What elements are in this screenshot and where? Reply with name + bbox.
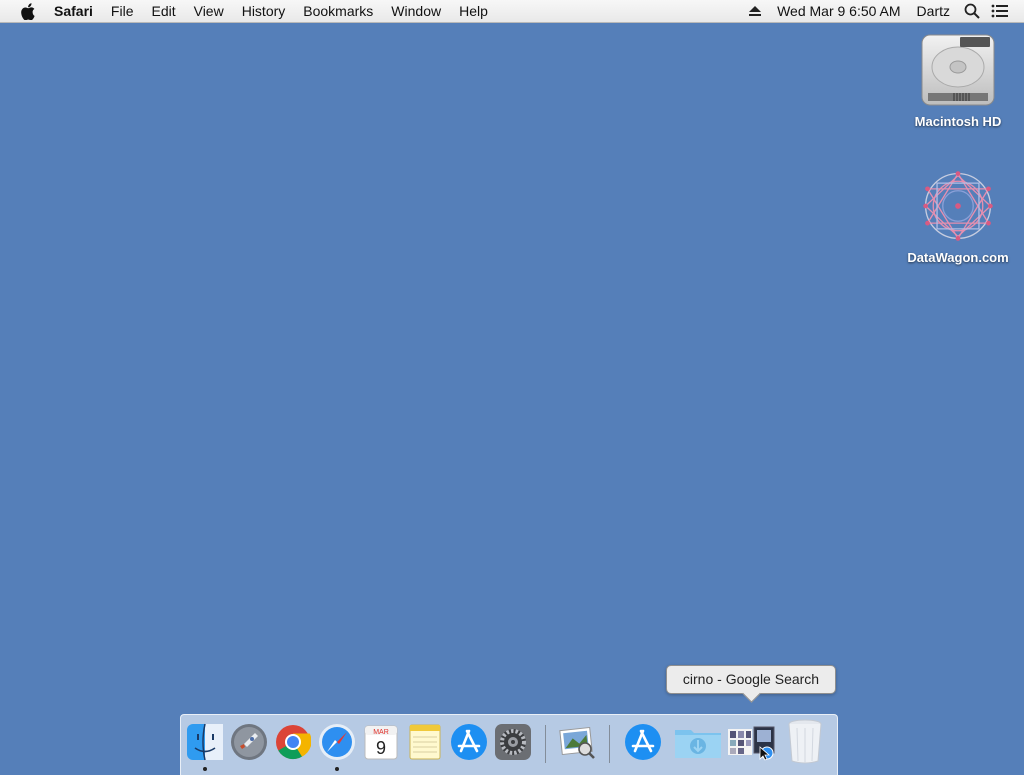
dock-chrome[interactable] <box>273 721 313 763</box>
dock-trash[interactable] <box>785 719 825 764</box>
menu-app-safari[interactable]: Safari <box>52 0 102 22</box>
dock: MAR 9 <box>180 714 838 775</box>
dock-separator <box>545 725 546 763</box>
dock-separator <box>609 725 610 763</box>
desktop-icon-datawagon[interactable]: DataWagon.com <box>903 166 1013 265</box>
menu-edit[interactable]: Edit <box>142 0 184 22</box>
menu-bookmarks[interactable]: Bookmarks <box>294 0 382 22</box>
chrome-icon <box>276 725 311 760</box>
menu-help[interactable]: Help <box>450 0 497 22</box>
menu-clock[interactable]: Wed Mar 9 6:50 AM <box>769 0 908 22</box>
desktop-icon-macintosh-hd[interactable]: Macintosh HD <box>903 30 1013 129</box>
notes-icon <box>409 724 441 760</box>
app-store-icon <box>625 724 661 760</box>
menu-window[interactable]: Window <box>382 0 450 22</box>
notification-center-icon[interactable] <box>986 0 1014 22</box>
safari-icon <box>319 724 355 760</box>
finder-icon <box>187 723 223 761</box>
eject-icon[interactable] <box>741 0 769 22</box>
network-volume-icon <box>918 166 998 246</box>
tooltip-arrow <box>742 684 761 703</box>
menu-history[interactable]: History <box>233 0 295 22</box>
dock-minimized-window[interactable] <box>727 721 779 763</box>
preview-icon <box>559 726 595 759</box>
dock-applications-folder[interactable] <box>623 721 663 763</box>
menu-user[interactable]: Dartz <box>909 0 958 22</box>
dock-launchpad[interactable] <box>229 721 269 763</box>
dock-app-store[interactable] <box>449 721 489 763</box>
launchpad-icon <box>231 724 267 760</box>
dock-calendar[interactable]: MAR 9 <box>361 721 401 763</box>
menu-bar: Safari File Edit View History Bookmarks … <box>0 0 1024 23</box>
hard-drive-icon <box>918 30 998 110</box>
calendar-month: MAR <box>373 729 389 736</box>
dock-finder[interactable] <box>185 721 225 771</box>
apple-menu-icon[interactable] <box>18 2 38 20</box>
menu-file[interactable]: File <box>102 0 143 22</box>
desktop-icon-label: Macintosh HD <box>914 114 1002 129</box>
calendar-day: 9 <box>376 738 386 758</box>
spotlight-search-icon[interactable] <box>958 0 986 22</box>
gear-icon <box>495 724 531 760</box>
calendar-icon: MAR 9 <box>364 725 398 760</box>
desktop-icon-label: DataWagon.com <box>907 250 1009 265</box>
minimized-window-thumbnail-icon <box>728 726 775 761</box>
dock-system-preferences[interactable] <box>493 721 533 763</box>
dock-safari[interactable] <box>317 721 357 771</box>
dock-preview[interactable] <box>557 721 597 763</box>
menu-view[interactable]: View <box>185 0 233 22</box>
downloads-folder-icon <box>675 730 721 758</box>
app-store-icon <box>451 724 487 760</box>
dock-notes[interactable] <box>405 721 445 763</box>
dock-downloads-folder[interactable] <box>673 721 723 763</box>
trash-icon <box>788 719 822 764</box>
dock-tooltip: cirno - Google Search <box>666 665 836 703</box>
